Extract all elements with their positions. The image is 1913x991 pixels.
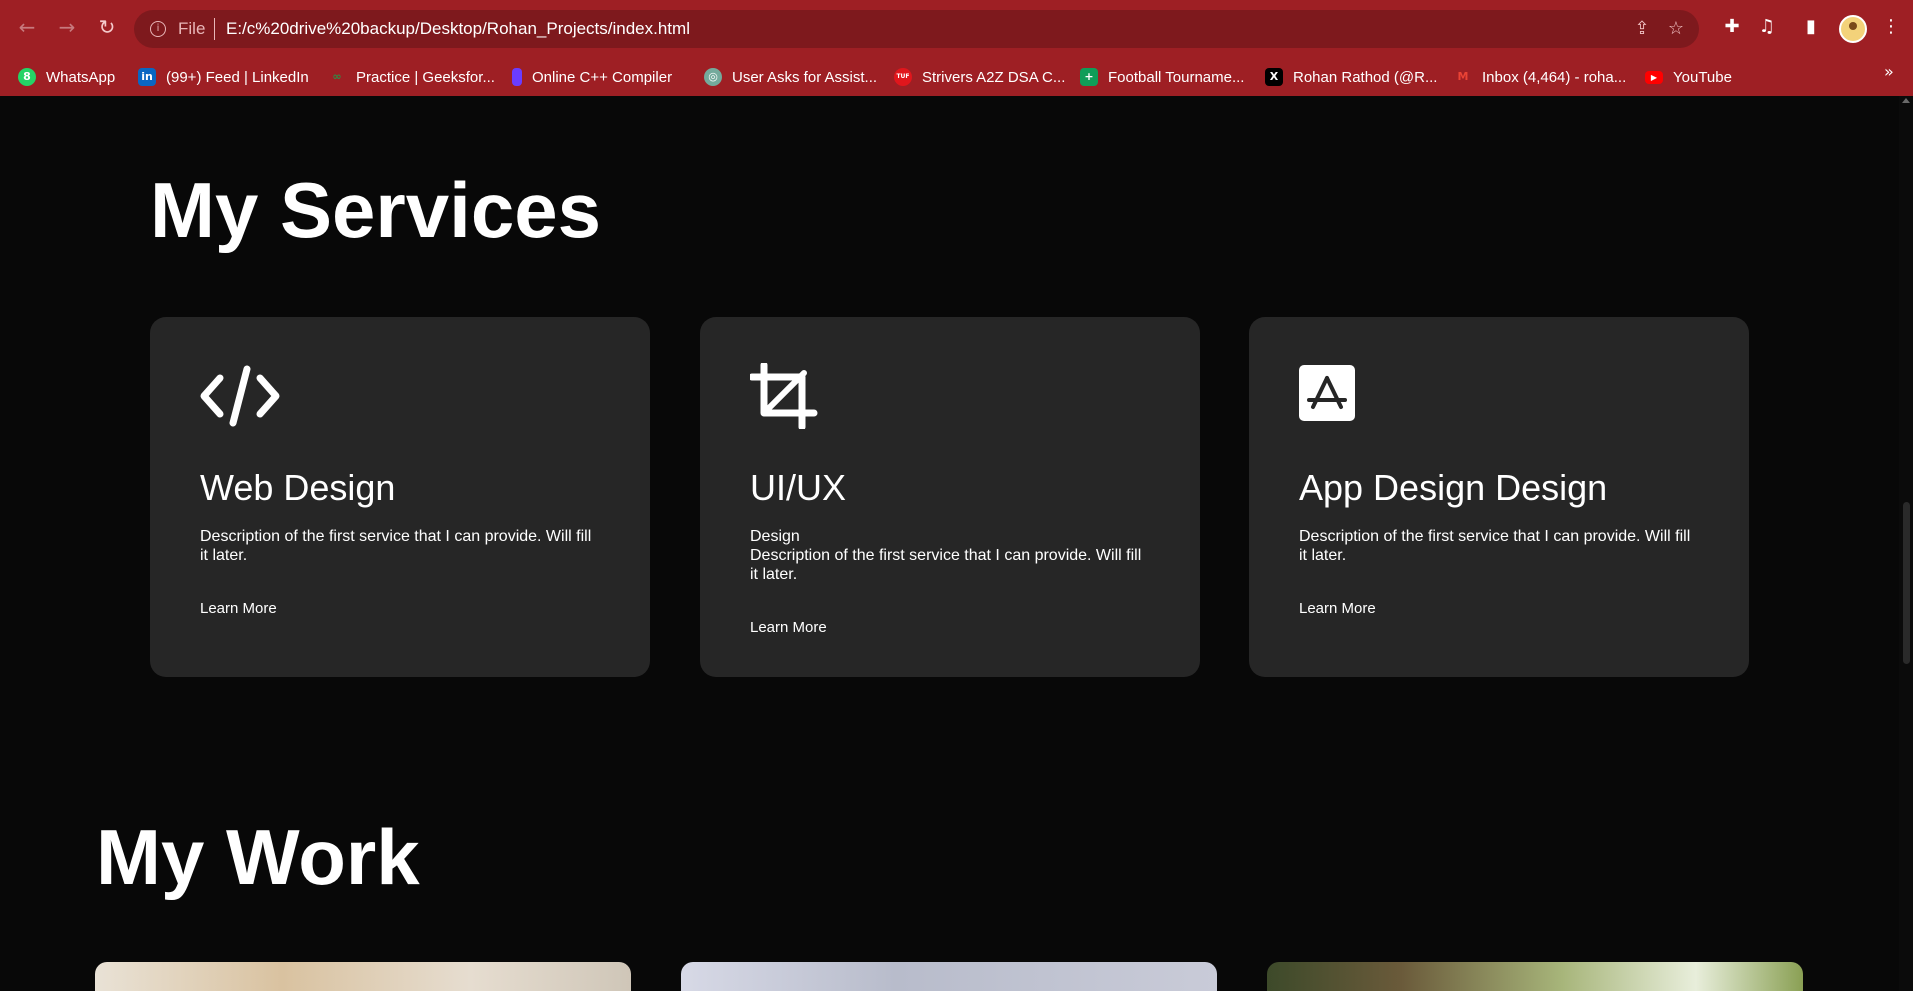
side-panel-icon[interactable]: ▮ [1799, 15, 1823, 39]
service-card-web-design: Web Design Description of the first serv… [150, 317, 650, 677]
divider [214, 18, 215, 40]
learn-more-link[interactable]: Learn More [200, 600, 277, 617]
bookmark-label: Strivers A2Z DSA C... [922, 68, 1066, 86]
bookmark-whatsapp[interactable]: 8 WhatsApp [18, 65, 115, 89]
forward-icon[interactable]: → [54, 14, 80, 40]
extensions-icon[interactable]: ✚ [1720, 15, 1744, 39]
page-viewport: My Services Web Design Description of th… [0, 96, 1899, 991]
bookmark-geeksforgeeks[interactable]: ∞ Practice | Geeksfor... [328, 65, 495, 89]
sheets-icon: + [1080, 68, 1098, 86]
bookmark-gmail[interactable]: M Inbox (4,464) - roha... [1454, 65, 1627, 89]
star-icon[interactable]: ☆ [1665, 18, 1687, 40]
service-description: Description of the first service that I … [1299, 527, 1709, 565]
bookmark-label: (99+) Feed | LinkedIn [166, 68, 309, 86]
service-card-ui-ux: UI/UX Design Description of the first se… [700, 317, 1200, 677]
bookmark-label: Football Tourname... [1108, 68, 1245, 86]
menu-icon[interactable]: ⋮ [1879, 15, 1903, 39]
compiler-icon [512, 68, 522, 86]
avatar[interactable] [1839, 15, 1867, 43]
bookmark-label: WhatsApp [46, 68, 116, 86]
bookmark-youtube[interactable]: ▶ YouTube [1645, 65, 1732, 89]
page-scrollbar[interactable] [1899, 96, 1913, 991]
scheme-label: File [178, 19, 206, 38]
work-thumbnail-1[interactable] [95, 962, 631, 991]
info-icon[interactable]: i [150, 21, 166, 37]
tuf-icon: TUF [894, 68, 912, 86]
code-icon [200, 365, 280, 427]
service-title: App Design Design [1299, 467, 1608, 508]
learn-more-link[interactable]: Learn More [1299, 600, 1376, 617]
description-line: Description of the first service that I … [1299, 528, 1691, 545]
linkedin-icon: in [138, 68, 156, 86]
address-bar[interactable]: i File E:/c%20drive%20backup/Desktop/Roh… [134, 10, 1699, 48]
scrollbar-thumb[interactable] [1903, 502, 1910, 664]
youtube-icon: ▶ [1645, 70, 1663, 84]
bookmarks-bar: 8 WhatsApp in (99+) Feed | LinkedIn ∞ Pr… [0, 58, 1913, 96]
bookmark-football[interactable]: + Football Tourname... [1080, 65, 1244, 89]
bookmark-label: Online C++ Compiler [532, 68, 673, 86]
app-store-icon [1299, 365, 1355, 421]
reload-icon[interactable]: ↻ [94, 14, 120, 40]
bookmark-label: Practice | Geeksfor... [356, 68, 495, 86]
service-title: UI/UX [750, 467, 847, 508]
gmail-icon: M [1457, 70, 1469, 83]
service-title: Web Design [200, 467, 396, 508]
browser-toolbar: ← → ↻ i File E:/c%20drive%20backup/Deskt… [0, 0, 1913, 58]
whatsapp-icon: 8 [18, 68, 36, 86]
services-heading: My Services [150, 166, 601, 254]
url-text[interactable]: E:/c%20drive%20backup/Desktop/Rohan_Proj… [226, 19, 690, 39]
bookmark-label: Rohan Rathod (@R... [1293, 68, 1438, 86]
bookmark-label: User Asks for Assist... [732, 68, 878, 86]
description-line: Description of the first service that I … [750, 547, 1142, 564]
bookmark-cpp-compiler[interactable]: Online C++ Compiler [512, 65, 672, 89]
learn-more-link[interactable]: Learn More [750, 619, 827, 636]
bookmark-strivers[interactable]: TUF Strivers A2Z DSA C... [894, 65, 1065, 89]
description-line: it later. [200, 547, 248, 564]
share-icon[interactable]: ⇪ [1631, 18, 1653, 40]
work-thumbnail-2[interactable] [681, 962, 1217, 991]
description-line: Design [750, 528, 800, 545]
scroll-up-icon[interactable] [1902, 98, 1910, 103]
media-control-icon[interactable]: ♫ [1755, 15, 1779, 39]
work-thumbnail-3[interactable] [1267, 962, 1803, 991]
chatgpt-icon: ◎ [704, 68, 722, 86]
back-icon[interactable]: ← [14, 14, 40, 40]
bookmark-label: Inbox (4,464) - roha... [1482, 68, 1627, 86]
x-icon: X [1265, 68, 1283, 86]
bookmark-chatgpt[interactable]: ◎ User Asks for Assist... [704, 65, 877, 89]
service-description: Design Description of the first service … [750, 527, 1160, 584]
bookmark-label: YouTube [1673, 68, 1732, 86]
browser-chrome: ← → ↻ i File E:/c%20drive%20backup/Deskt… [0, 0, 1913, 96]
bookmarks-overflow-icon[interactable]: » [1884, 62, 1894, 81]
description-line: it later. [1299, 547, 1347, 564]
crop-icon [750, 363, 818, 429]
work-heading: My Work [96, 813, 420, 901]
bookmark-twitter[interactable]: X Rohan Rathod (@R... [1265, 65, 1437, 89]
description-line: it later. [750, 566, 798, 583]
description-line: Description of the first service that I … [200, 528, 592, 545]
service-card-app-design: App Design Design Description of the fir… [1249, 317, 1749, 677]
service-description: Description of the first service that I … [200, 527, 610, 565]
bookmark-linkedin[interactable]: in (99+) Feed | LinkedIn [138, 65, 309, 89]
geeksforgeeks-icon: ∞ [332, 70, 342, 83]
